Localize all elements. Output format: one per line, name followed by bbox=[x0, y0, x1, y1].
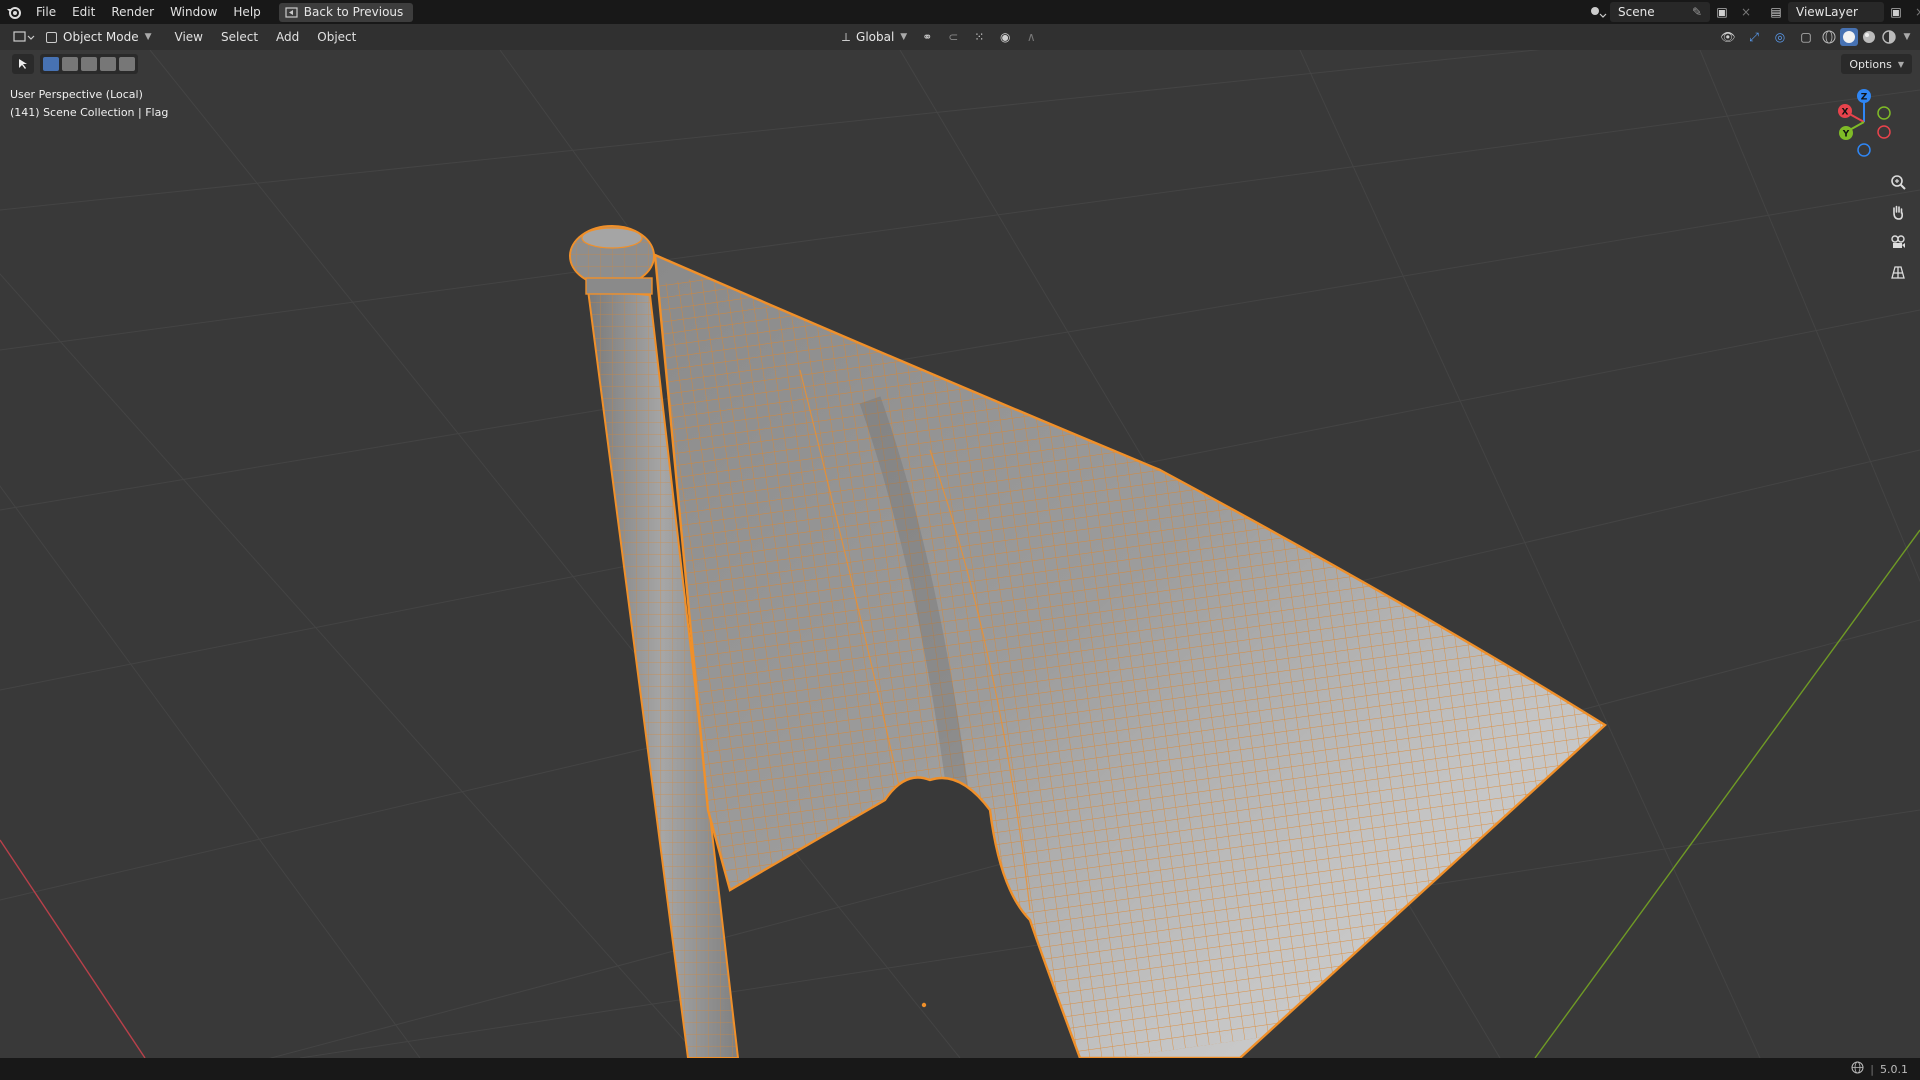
orientation-label: Global bbox=[856, 30, 895, 44]
wireframe-shading-icon[interactable] bbox=[1820, 28, 1838, 46]
top-bar: File Edit Render Window Help Back to Pre… bbox=[0, 0, 1920, 24]
visibility-icon[interactable]: 👁 bbox=[1716, 27, 1740, 47]
object-mode-dropdown[interactable]: Object Mode ▼ bbox=[40, 27, 158, 47]
select-subtract-icon[interactable] bbox=[81, 57, 97, 71]
viewport-info: User Perspective (Local) (141) Scene Col… bbox=[10, 86, 168, 122]
gizmo-x-label: X bbox=[1842, 108, 1849, 118]
delete-scene-icon[interactable]: × bbox=[1734, 2, 1758, 22]
editor-type-icon[interactable] bbox=[8, 27, 40, 47]
scene-selector: Scene ✎ ▣ × bbox=[1586, 2, 1758, 22]
delete-view-layer-icon[interactable]: × bbox=[1908, 2, 1920, 22]
transform-orientation-dropdown[interactable]: ⟂ Global ▼ bbox=[836, 27, 913, 47]
gizmo-y-label: Y bbox=[1842, 130, 1850, 140]
transform-tools: ⟂ Global ▼ ⚭ ⊂ ⁙ ◉ ∧ bbox=[836, 27, 1043, 47]
pin-icon[interactable]: ✎ bbox=[1692, 5, 1702, 19]
origin-point bbox=[921, 1002, 927, 1008]
falloff-icon[interactable]: ∧ bbox=[1019, 27, 1043, 47]
flag-cloth-mesh bbox=[653, 253, 1607, 1058]
options-label: Options bbox=[1849, 57, 1892, 71]
back-to-previous-label: Back to Previous bbox=[303, 5, 404, 19]
proportional-editing-icon[interactable]: ◉ bbox=[993, 27, 1017, 47]
material-preview-shading-icon[interactable] bbox=[1860, 28, 1878, 46]
status-bar: | 5.0.1 bbox=[0, 1058, 1920, 1080]
orthographic-grid-icon[interactable] bbox=[1886, 260, 1910, 284]
snap-target-icon[interactable]: ⁙ bbox=[967, 27, 991, 47]
menu-render[interactable]: Render bbox=[103, 0, 162, 24]
pan-hand-icon[interactable] bbox=[1886, 200, 1910, 224]
solid-shading-icon[interactable] bbox=[1840, 28, 1858, 46]
perspective-label: User Perspective (Local) bbox=[10, 88, 143, 101]
menu-help[interactable]: Help bbox=[225, 0, 268, 24]
y-axis-line bbox=[1534, 529, 1920, 1058]
menu-edit[interactable]: Edit bbox=[64, 0, 103, 24]
select-intersect-icon[interactable] bbox=[119, 57, 135, 71]
menu-view[interactable]: View bbox=[166, 24, 212, 50]
view-layer-selector: ▤ ViewLayer ▣ × bbox=[1764, 2, 1920, 22]
select-invert-icon[interactable] bbox=[100, 57, 116, 71]
xray-toggle-icon[interactable]: ▢ bbox=[1794, 27, 1818, 47]
chevron-down-icon: ▼ bbox=[144, 32, 152, 42]
shading-options-chevron-icon[interactable]: ▼ bbox=[1900, 27, 1914, 47]
viewport-header: Object Mode ▼ View Select Add Object ⟂ G… bbox=[0, 24, 1920, 50]
navigation-buttons bbox=[1886, 170, 1910, 284]
menu-add[interactable]: Add bbox=[267, 24, 308, 50]
select-new-icon[interactable] bbox=[43, 57, 59, 71]
viewport-scene bbox=[0, 50, 1920, 1058]
menu-select[interactable]: Select bbox=[212, 24, 267, 50]
viewport-shading-tools: 👁 ⤢ ◎ ▢ ▼ bbox=[1716, 27, 1914, 47]
version-label: 5.0.1 bbox=[1880, 1062, 1908, 1076]
options-dropdown[interactable]: Options ▼ bbox=[1841, 54, 1912, 74]
select-tool-icon[interactable] bbox=[12, 54, 34, 74]
gizmo-z-label: Z bbox=[1861, 93, 1868, 103]
menu-window[interactable]: Window bbox=[162, 0, 225, 24]
menu-file[interactable]: File bbox=[28, 0, 64, 24]
camera-view-icon[interactable] bbox=[1886, 230, 1910, 254]
network-globe-icon[interactable] bbox=[1851, 1061, 1864, 1077]
menu-object[interactable]: Object bbox=[308, 24, 365, 50]
scene-name-field[interactable]: Scene ✎ bbox=[1610, 2, 1710, 22]
gizmo-toggle-icon[interactable]: ⤢ bbox=[1742, 27, 1766, 47]
collection-label: (141) Scene Collection | Flag bbox=[10, 106, 169, 119]
view-layer-type-icon[interactable]: ▤ bbox=[1764, 2, 1788, 22]
chevron-down-icon: ▼ bbox=[1897, 59, 1904, 69]
tool-row bbox=[12, 54, 138, 74]
back-to-previous-button[interactable]: Back to Previous bbox=[278, 2, 414, 22]
orientation-icon: ⟂ bbox=[842, 29, 851, 44]
scene-type-icon[interactable] bbox=[1586, 2, 1610, 22]
pivot-point-icon[interactable]: ⚭ bbox=[915, 27, 939, 47]
view-layer-name: ViewLayer bbox=[1796, 5, 1858, 19]
selection-mode-group bbox=[40, 54, 138, 74]
view-layer-field[interactable]: ViewLayer bbox=[1788, 2, 1884, 22]
overlay-toggle-icon[interactable]: ◎ bbox=[1768, 27, 1792, 47]
new-view-layer-icon[interactable]: ▣ bbox=[1884, 2, 1908, 22]
3d-viewport[interactable]: User Perspective (Local) (141) Scene Col… bbox=[0, 50, 1920, 1058]
zoom-icon[interactable] bbox=[1886, 170, 1910, 194]
navigation-gizmo[interactable]: Z X Y bbox=[1824, 84, 1904, 164]
object-mode-icon bbox=[46, 31, 57, 43]
blender-logo-icon[interactable] bbox=[0, 0, 28, 24]
snap-toggle-icon[interactable]: ⊂ bbox=[941, 27, 965, 47]
select-extend-icon[interactable] bbox=[62, 57, 78, 71]
rendered-shading-icon[interactable] bbox=[1880, 28, 1898, 46]
screen-back-icon bbox=[285, 6, 298, 18]
status-separator: | bbox=[1870, 1062, 1874, 1076]
new-scene-icon[interactable]: ▣ bbox=[1710, 2, 1734, 22]
object-mode-label: Object Mode bbox=[63, 30, 139, 44]
x-axis-line bbox=[0, 839, 146, 1058]
chevron-down-icon: ▼ bbox=[900, 32, 908, 42]
scene-name: Scene bbox=[1618, 5, 1655, 19]
